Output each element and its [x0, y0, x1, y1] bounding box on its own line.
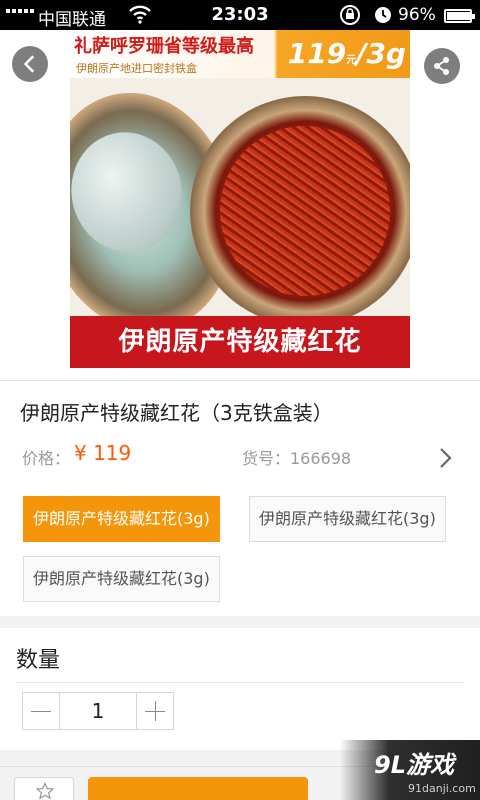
favorite-button[interactable] [14, 777, 74, 800]
spec-option[interactable]: 伊朗原产特级藏红花(3g) [23, 496, 220, 542]
quantity-section: 数量 1 [0, 628, 480, 750]
add-to-cart-button[interactable] [88, 777, 308, 800]
chevron-left-icon [24, 55, 34, 73]
rotation-lock-icon [338, 4, 362, 31]
decrease-button[interactable] [22, 692, 60, 730]
svg-text:9L游戏: 9L游戏 [374, 751, 457, 779]
status-bar: 中国联通 23:03 96% [0, 0, 480, 30]
alarm-icon [372, 4, 394, 31]
star-icon [36, 782, 54, 800]
sku-number: 货号：166698 [242, 449, 352, 468]
battery-percent: 96% [398, 5, 436, 25]
promo-price-value: 119 [287, 37, 347, 70]
image-title-text: 伊朗原产特级藏红花 [118, 327, 362, 357]
share-button[interactable] [424, 48, 460, 84]
spec-option[interactable]: 伊朗原产特级藏红花(3g) [23, 556, 220, 602]
product-info-panel: 伊朗原产特级藏红花（3克铁盒装） 价格： ¥ 119 货号：166698 伊朗原… [0, 380, 480, 616]
quantity-input[interactable]: 1 [60, 692, 136, 730]
saffron-tin-illustration [190, 96, 410, 326]
product-gallery[interactable]: 礼萨呼罗珊省等级最高 伊朗原产地进口密封铁盒 119元/3g 伊朗原产特级藏红花 [0, 30, 480, 380]
promo-price-suffix: /3g [356, 37, 406, 70]
promo-subtitle: 伊朗原产地进口密封铁盒 [76, 62, 197, 75]
promo-price-unit: 元 [346, 55, 357, 66]
promo-price: 119元/3g [288, 30, 406, 78]
watermark-logo: 9L游戏 91danji.com [374, 751, 476, 795]
promo-title: 礼萨呼罗珊省等级最高 [74, 36, 254, 57]
divider [16, 682, 464, 683]
increase-button[interactable] [136, 692, 174, 730]
quantity-stepper: 1 [22, 692, 174, 730]
watermark: 9L游戏 91danji.com [340, 740, 480, 800]
quantity-title: 数量 [16, 648, 61, 673]
chevron-right-icon[interactable] [436, 447, 456, 469]
spec-option[interactable]: 伊朗原产特级藏红花(3g) [249, 496, 446, 542]
svg-text:91danji.com: 91danji.com [408, 782, 476, 795]
product-name: 伊朗原产特级藏红花（3克铁盒装） [20, 401, 333, 425]
battery-level [447, 12, 471, 20]
price-value: ¥ 119 [74, 441, 132, 465]
product-image: 礼萨呼罗珊省等级最高 伊朗原产地进口密封铁盒 119元/3g 伊朗原产特级藏红花 [70, 30, 410, 368]
battery-icon [444, 9, 475, 23]
minus-icon [31, 711, 51, 712]
price-label: 价格： [22, 449, 71, 468]
share-icon [434, 57, 449, 75]
image-title-strip: 伊朗原产特级藏红花 [70, 316, 410, 368]
back-button[interactable] [12, 46, 48, 82]
